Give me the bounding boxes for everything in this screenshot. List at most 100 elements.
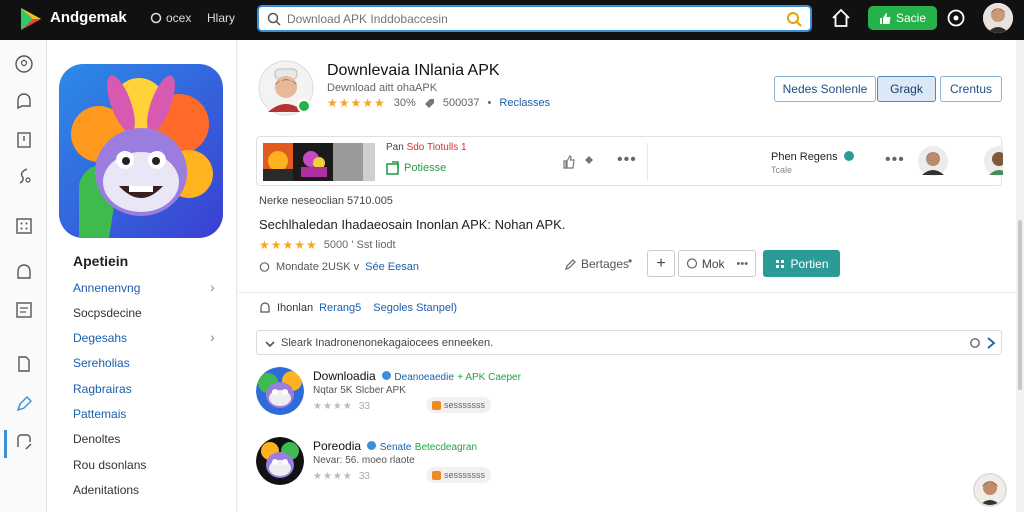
user-avatar-small[interactable] <box>917 145 949 177</box>
download-icon <box>386 161 399 175</box>
more-options-icon[interactable]: ••• <box>617 151 637 169</box>
developer-avatar[interactable] <box>258 60 314 116</box>
tab-crentus[interactable]: Crentus <box>940 76 1002 102</box>
pencil-icon <box>565 258 576 270</box>
chevron-right-icon[interactable]: › <box>210 329 215 345</box>
filter-bar[interactable]: Sleark Inadronenonekagaiocees enneeken. <box>256 330 1002 355</box>
user-avatar[interactable] <box>983 3 1013 33</box>
circle-icon <box>150 12 162 24</box>
list-item[interactable]: Poreodia Senate Betecdeagran Nevar: 56. … <box>256 437 556 489</box>
app-icon-large[interactable] <box>59 64 223 238</box>
settings-link[interactable]: Bertages <box>564 257 629 271</box>
refresh-icon[interactable] <box>969 337 981 349</box>
chevron-down-icon[interactable] <box>265 339 275 349</box>
list-item-badge: sesssssss <box>426 397 492 413</box>
promo-download[interactable]: Potiesse <box>386 161 446 175</box>
chevron-right-icon[interactable]: › <box>210 279 215 295</box>
floating-chat-avatar[interactable] <box>973 473 1007 507</box>
category-item[interactable]: Adenitations <box>73 483 139 497</box>
rating-stars: ★★★★★ <box>259 238 318 252</box>
app-subtitle: Dewnload aitt ohaAPK <box>327 82 438 94</box>
tag-link[interactable]: Rerang5 <box>319 302 361 314</box>
thumbs-up-icon <box>879 12 891 24</box>
top-bar: Andgemak ocex Hlary Sacie <box>0 0 1024 40</box>
like-icon[interactable] <box>562 155 576 169</box>
more-options-icon[interactable]: ••• <box>885 151 905 169</box>
promo-thumbnail <box>263 143 293 181</box>
promo-user-sub: Tcale <box>771 165 793 175</box>
search-bar[interactable] <box>257 5 812 32</box>
list-item-subtitle: Nqtar 5K Slcber APK <box>313 385 406 396</box>
promo-thumbnail <box>293 143 333 181</box>
tag-link[interactable]: Segoles Stanpel) <box>373 302 457 314</box>
list-item[interactable]: Downloadia Deanoeaedie + APK Caeper Nqta… <box>256 367 556 419</box>
search-input[interactable] <box>287 10 767 28</box>
category-title: Apetiein <box>73 253 129 269</box>
play-logo-icon[interactable] <box>18 6 44 32</box>
main-content: Downlevaia INlania APK Dewnload aitt oha… <box>238 40 1024 512</box>
category-item[interactable]: Denoltes <box>73 432 120 446</box>
mok-button[interactable]: Mok ••• <box>678 250 756 277</box>
pen-icon[interactable] <box>14 394 34 414</box>
releases-link[interactable]: Reclasses <box>499 97 550 109</box>
document-icon[interactable] <box>14 130 34 150</box>
app-list-icon <box>256 437 304 485</box>
sign-in-button[interactable]: Sacie <box>868 6 937 30</box>
settings-circle-icon[interactable] <box>946 8 966 28</box>
home-icon[interactable] <box>830 7 852 29</box>
search-icon <box>267 12 281 26</box>
rail-active-indicator <box>4 430 7 458</box>
share-icon[interactable] <box>14 166 34 186</box>
app-title: Downlevaia INlania APK <box>327 62 500 79</box>
chat-icon[interactable] <box>14 92 34 112</box>
smiley-icon[interactable] <box>14 54 34 74</box>
app-stats-row: ★★★★★ 30% 500037 • Reclasses <box>327 96 551 110</box>
promo-user-name[interactable]: Phen Regens <box>771 151 854 163</box>
bubble-icon[interactable] <box>14 262 34 282</box>
app-description: Sechlhaledan Ihadaeosain Inonlan APK: No… <box>259 217 566 232</box>
tab-nedes-sonlenle[interactable]: Nedes Sonlenle <box>774 76 876 102</box>
list-item-rating: ★★★★ 33 <box>313 401 370 412</box>
verified-icon <box>843 151 854 161</box>
nav-link-hlary[interactable]: Hlary <box>207 11 235 25</box>
downloads-count: 500037 <box>442 97 480 109</box>
edit-icon[interactable] <box>14 432 34 452</box>
category-item[interactable]: Socpsdecine <box>73 306 142 320</box>
sign-in-label: Sacie <box>895 11 927 25</box>
meta-rating-row: ★★★★★ 5000 ' Sst liodt <box>259 238 396 252</box>
grid-icon[interactable] <box>14 216 34 236</box>
scrollbar[interactable] <box>1016 40 1024 512</box>
image-icon[interactable] <box>14 300 34 320</box>
category-item[interactable]: Ragbrairas <box>73 382 132 396</box>
category-item[interactable]: Sereholias <box>73 356 130 370</box>
pin-icon[interactable] <box>582 153 596 167</box>
category-item[interactable]: Pattemais <box>73 407 126 421</box>
category-item[interactable]: Rou dsonlans <box>73 458 146 472</box>
category-item[interactable]: Degesahs <box>73 331 127 345</box>
verified-icon <box>367 441 377 450</box>
filter-text: Sleark Inadronenonekagaiocees enneeken. <box>281 337 494 349</box>
speech-icon <box>259 261 270 272</box>
app-list-icon <box>256 367 304 415</box>
scrollbar-thumb[interactable] <box>1018 220 1022 390</box>
brand-name[interactable]: Andgemak <box>50 9 127 26</box>
nav-link-ocex[interactable]: ocex <box>166 11 191 25</box>
divider <box>647 143 648 181</box>
page-icon[interactable] <box>14 354 34 374</box>
user-avatar-small[interactable] <box>981 145 1003 177</box>
category-item[interactable]: Annenenvng <box>73 281 140 295</box>
promo-banner[interactable]: Pan Sdo Tiotulls 1 Potiesse ••• Phen Reg… <box>256 136 1003 186</box>
chevron-right-icon[interactable] <box>985 337 997 349</box>
icon-rail <box>0 40 47 512</box>
verified-icon <box>382 371 392 380</box>
tags-label: Ihonlan <box>277 302 314 314</box>
search-submit-icon[interactable] <box>786 11 802 27</box>
more-options-icon[interactable]: • <box>628 254 633 268</box>
perform-button[interactable]: Portien <box>763 250 840 277</box>
list-item-title: Poreodia Senate Betecdeagran <box>313 439 478 453</box>
add-button[interactable]: + <box>647 250 675 277</box>
grid-small-icon <box>776 259 785 268</box>
see-season-link[interactable]: Sée Eesan <box>365 261 419 273</box>
tags-row: Ihonlan Rerang5 Segoles Stanpel) <box>259 302 457 314</box>
tab-gragk[interactable]: Gragk <box>877 76 936 102</box>
